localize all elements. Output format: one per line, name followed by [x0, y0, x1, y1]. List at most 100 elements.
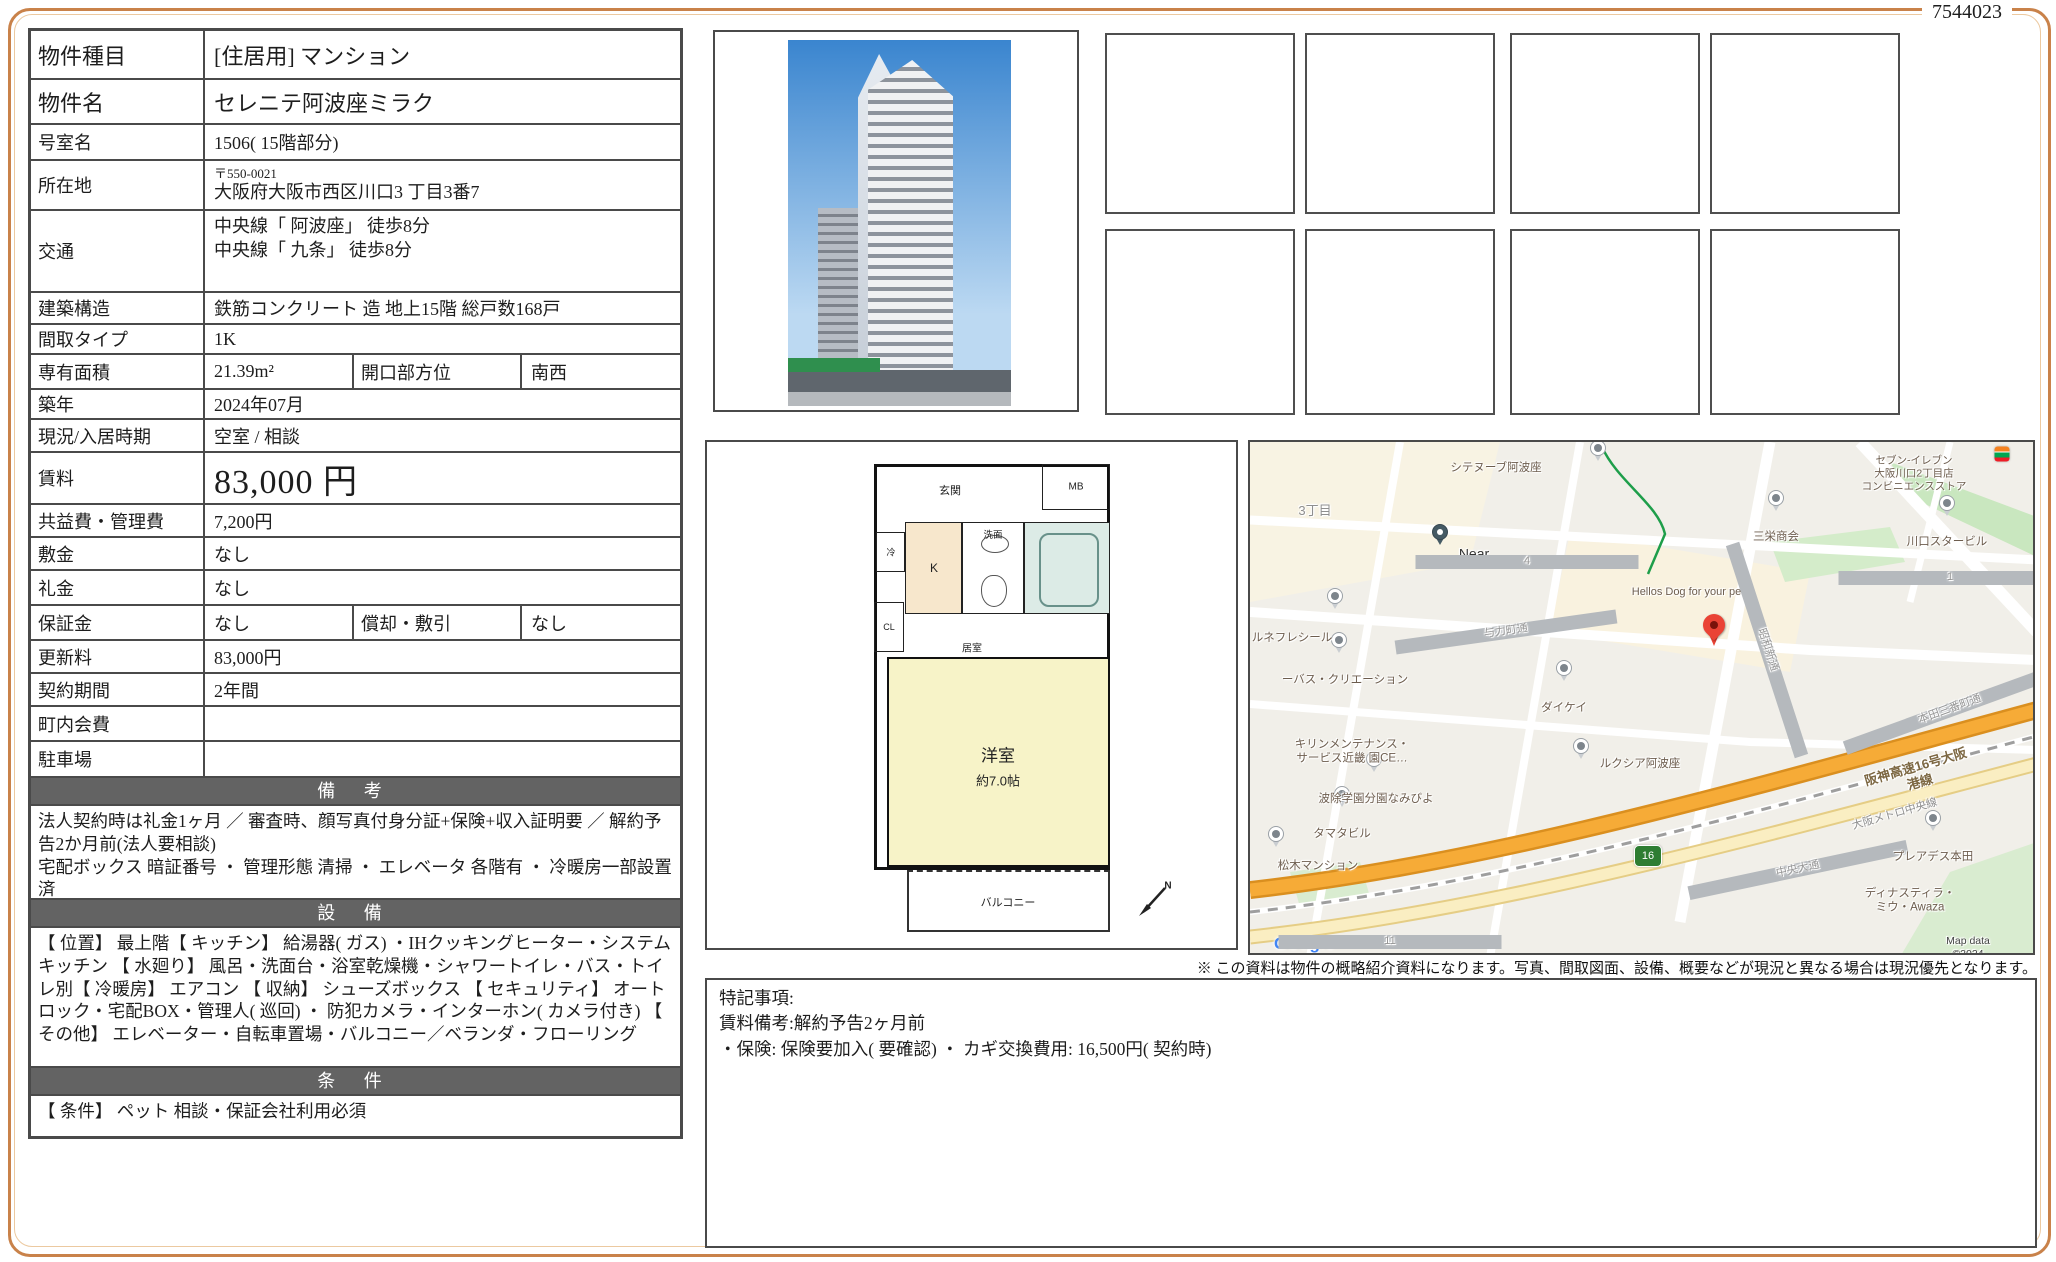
table-row: 保証金 なし 償却・敷引 なし [31, 606, 680, 641]
floorplan-room-size-label: 約7.0帖 [976, 771, 1020, 790]
table-row: 間取タイプ 1K [31, 325, 680, 355]
map-pin-icon [1573, 738, 1589, 760]
row-sublabel: 償却・敷引 [352, 606, 522, 639]
row-subvalue: なし [522, 606, 680, 639]
address: 大阪府大阪市西区川口3 丁目3番7 [214, 182, 480, 204]
map-label: 3丁目 [1298, 503, 1331, 519]
table-row: 物件名 セレニテ阿波座ミラク [31, 80, 680, 125]
map-pin-icon [1590, 440, 1606, 462]
floorplan-balcony-label: バルコニー [981, 894, 1036, 910]
map-label: 三栄商会 [1753, 530, 1799, 544]
table-row: 現況/入居時期 空室 / 相談 [31, 420, 680, 453]
row-label: 所在地 [31, 161, 205, 209]
table-row: 共益費・管理費 7,200円 [31, 505, 680, 538]
rent-value: 83,000 円 [205, 453, 680, 503]
map-label: タマタビル [1313, 827, 1371, 841]
row-value: 〒550-0021 大阪府大阪市西区川口3 丁目3番7 [205, 161, 680, 209]
photo-frame-empty [1105, 229, 1295, 415]
map-pin-icon [1327, 588, 1343, 610]
table-row: 敷金 なし [31, 538, 680, 571]
zip-code: 〒550-0021 [214, 167, 277, 182]
floorplan-box: MB 玄関 冷 K 洗面 CL 居室 洋室 約7.0帖 バルコニー N [705, 440, 1238, 950]
property-sheet-page: 7544023 物件種目 [住居用] マンション 物件名 セレニテ阿波座ミラク … [0, 0, 2056, 1262]
map-label: Hellos Dog for your pet [1632, 586, 1745, 600]
map-label: プレアデス本田 [1893, 850, 1974, 864]
map-label: ディナスティラ・ ミウ・Awaza [1865, 887, 1956, 916]
row-value: セレニテ阿波座ミラク [205, 80, 680, 123]
table-row: 専有面積 21.39m² 開口部方位 南西 [31, 355, 680, 390]
table-row: 所在地 〒550-0021 大阪府大阪市西区川口3 丁目3番7 [31, 161, 680, 211]
map-label: 11 [1279, 935, 1502, 949]
table-row: 号室名 1506( 15階部分) [31, 125, 680, 161]
row-label: 賃料 [31, 453, 205, 503]
row-value [205, 742, 680, 776]
row-value: 2年間 [205, 674, 680, 705]
row-label: 礼金 [31, 571, 205, 604]
equipment-text: 【 位置】 最上階【 キッチン】 給湯器( ガス) ・IHクッキングヒーター・シ… [31, 928, 680, 1068]
map-label: ーバス・クリエーション [1282, 673, 1408, 687]
transit-line: 中央線「 九条」 徒歩8分 [214, 238, 412, 262]
disclaimer-text: ※ この資料は物件の概略紹介資料になります。写真、間取図面、設備、概要などが現況… [705, 957, 2037, 978]
floorplan-room-door-label: 居室 [962, 640, 982, 655]
row-sublabel: 開口部方位 [352, 355, 522, 388]
row-label: 駐車場 [31, 742, 205, 776]
photo-frame-empty [1305, 33, 1495, 214]
row-subvalue: 南西 [522, 355, 680, 388]
floorplan-fridge-label: 冷 [886, 546, 895, 559]
row-label: 契約期間 [31, 674, 205, 705]
table-row: 契約期間 2年間 [31, 674, 680, 707]
property-table: 物件種目 [住居用] マンション 物件名 セレニテ阿波座ミラク 号室名 1506… [28, 28, 683, 1139]
map-pin-icon [1768, 490, 1784, 512]
floorplan-kitchen-label: K [930, 561, 938, 575]
photo-frame-empty [1305, 229, 1495, 415]
map-pin-icon [1331, 632, 1347, 654]
map-label: キリンメンテナンス・ サービス近畿 園CE… [1295, 738, 1409, 767]
table-row-rent: 賃料 83,000 円 [31, 453, 680, 505]
photo-frame-empty [1710, 33, 1900, 214]
table-row: 更新料 83,000円 [31, 641, 680, 674]
row-value: 鉄筋コンクリート 造 地上15階 総戸数168戸 [205, 293, 680, 323]
remarks-paragraph: 宅配ボックス 暗証番号 ・ 管理形態 清掃 ・ エレベータ 各階有 ・ 冷暖房一… [38, 856, 673, 901]
photo-frame-empty [1710, 229, 1900, 415]
row-label: 町内会費 [31, 707, 205, 740]
special-notes-box: 特記事項: 賃料備考:解約予告2ヶ月前 ・保険: 保険要加入( 要確認) ・ カ… [705, 978, 2037, 1248]
photo-frame-empty [1510, 33, 1700, 214]
section-header-remarks: 備 考 [31, 778, 680, 806]
map-pin-icon [1939, 495, 1955, 517]
map-label: ダイケイ [1541, 701, 1587, 715]
row-label: 共益費・管理費 [31, 505, 205, 536]
route-shield-icon: 16 [1634, 845, 1662, 867]
map-label: セブン-イレブン 大阪川口2丁目店 コンビニエンスストア [1862, 454, 1967, 493]
row-value: なし [205, 538, 680, 569]
floorplan-toilet [981, 575, 1007, 607]
row-label: 交通 [31, 211, 205, 291]
row-value: 21.39m² [205, 355, 352, 388]
row-label: 築年 [31, 390, 205, 418]
row-value: 7,200円 [205, 505, 680, 536]
building-photo-frame [713, 30, 1079, 412]
photo-frame-empty [1510, 229, 1700, 415]
table-row: 礼金 なし [31, 571, 680, 606]
location-map: Google シテヌーブ阿波座セブン-イレブン 大阪川口2丁目店 コンビニエンス… [1248, 440, 2035, 955]
map-canvas [1250, 442, 2035, 955]
section-header-conditions: 条 件 [31, 1068, 680, 1096]
map-label: ルネフレシール [1252, 631, 1333, 645]
map-pin-icon [1268, 826, 1284, 848]
row-value: 1506( 15階部分) [205, 125, 680, 159]
row-value: [住居用] マンション [205, 31, 680, 78]
map-label: 松木マンション [1278, 859, 1359, 873]
floorplan-bathroom [1024, 522, 1110, 614]
conditions-text: 【 条件】 ペット 相談・保証会社利用必須 [31, 1096, 680, 1136]
floorplan-washroom-label: 洗面 [983, 527, 1002, 541]
remarks-text: 法人契約時は礼金1ヶ月 ／ 審査時、顔写真付身分証+保険+収入証明要 ／ 解約予… [31, 806, 680, 900]
row-value: 中央線「 阿波座」 徒歩8分 中央線「 九条」 徒歩8分 [205, 211, 680, 291]
row-label: 更新料 [31, 641, 205, 672]
special-notes-title: 特記事項: [719, 986, 2023, 1011]
building-photo [788, 40, 1011, 406]
row-label: 建築構造 [31, 293, 205, 323]
building-photo-road [788, 392, 1011, 406]
map-label: ルクシア阿波座 [1600, 757, 1681, 771]
north-label: N [1164, 881, 1171, 892]
row-label: 号室名 [31, 125, 205, 159]
row-value: 83,000円 [205, 641, 680, 672]
